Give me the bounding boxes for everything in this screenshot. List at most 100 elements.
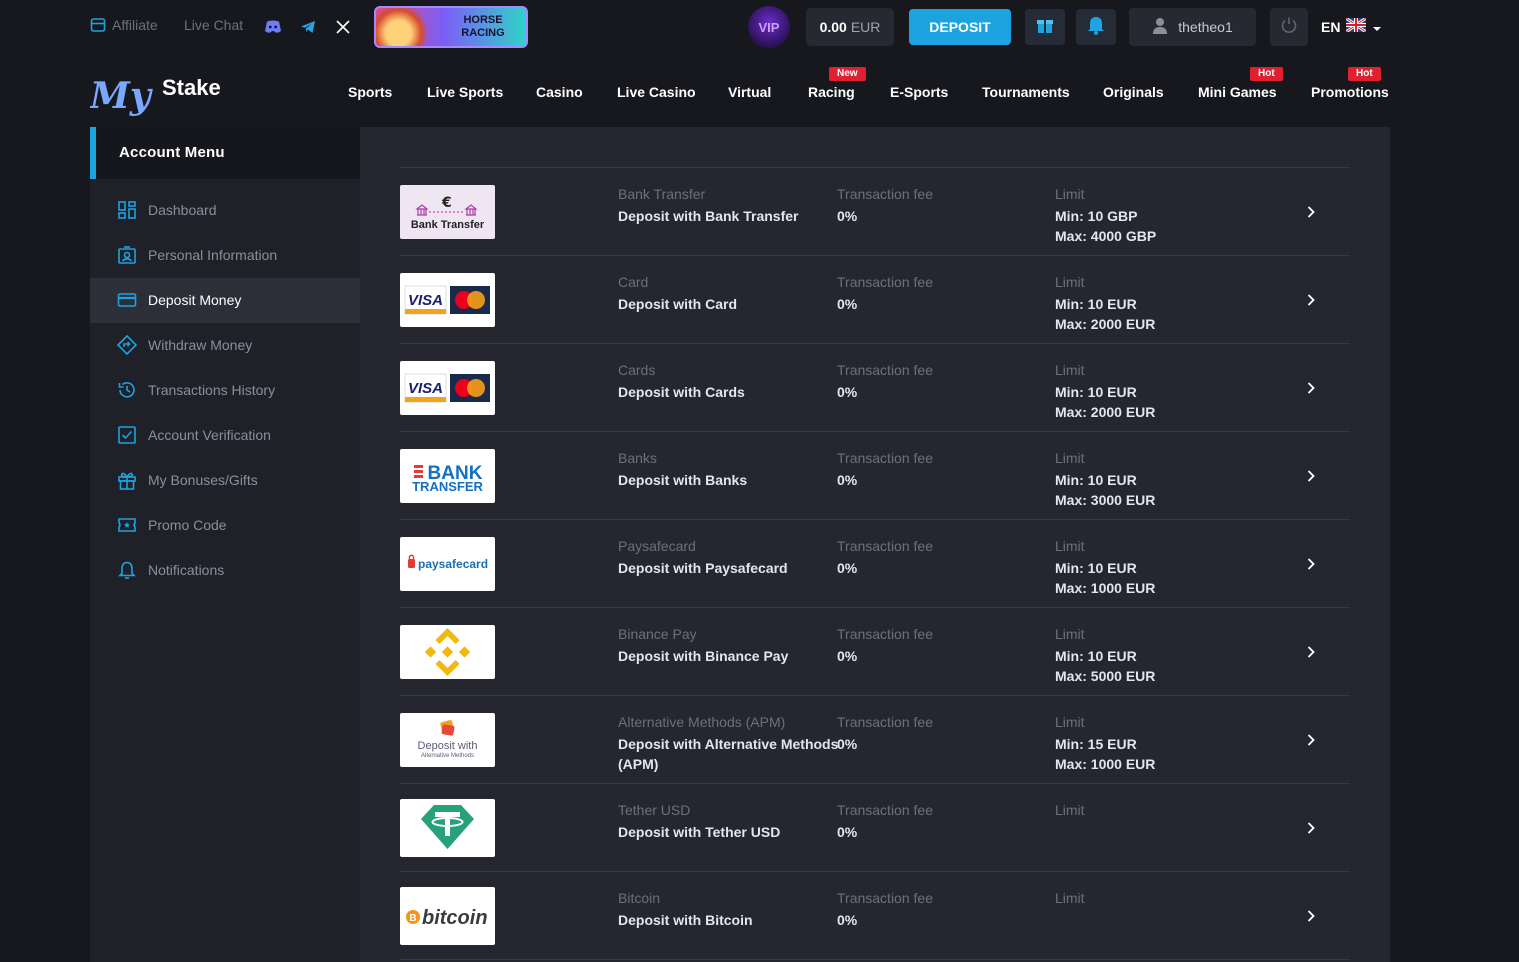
balance-currency: EUR: [850, 19, 881, 35]
fee-value: 0%: [837, 824, 858, 840]
user-menu-button[interactable]: thetheo1: [1129, 8, 1256, 46]
sidebar-item-dashboard[interactable]: Dashboard: [90, 188, 360, 233]
horse-icon: [376, 8, 432, 46]
divider: [400, 959, 1350, 960]
chevron-right-icon[interactable]: [1304, 909, 1318, 923]
chevron-right-icon[interactable]: [1304, 205, 1318, 219]
sidebar-item-deposit-money[interactable]: Deposit Money: [90, 278, 360, 323]
fee-value: 0%: [837, 912, 858, 928]
method-title: Deposit with Alternative Methods: [618, 736, 839, 752]
payment-method-row[interactable]: Binance Pay Deposit with Binance Pay Tra…: [360, 608, 1390, 696]
nav-e-sports[interactable]: E-Sports: [890, 84, 948, 100]
deposit-methods-panel: € Bank Transfer Bank Transfer Deposit wi…: [360, 127, 1390, 962]
language-selector[interactable]: EN: [1321, 16, 1382, 35]
nav-promotions[interactable]: Promotions: [1311, 84, 1389, 100]
sidebar-item-personal-information[interactable]: Personal Information: [90, 233, 360, 278]
logo-transfer: TRANSFER: [412, 479, 483, 494]
fee-label: Transaction fee: [837, 890, 933, 906]
discord-icon[interactable]: [264, 18, 282, 36]
fee-value: 0%: [837, 384, 858, 400]
sidebar-item-withdraw-money[interactable]: Withdraw Money: [90, 323, 360, 368]
paysafecard-logo: paysafecard: [400, 537, 495, 591]
deposit-button[interactable]: DEPOSIT: [909, 9, 1011, 45]
sidebar-item-label: Dashboard: [148, 202, 217, 218]
logout-button[interactable]: [1270, 8, 1308, 46]
limit-label: Limit: [1055, 362, 1085, 378]
live-chat-label: Live Chat: [184, 17, 244, 33]
gift-button[interactable]: [1025, 9, 1065, 45]
nav-sports[interactable]: Sports: [348, 84, 392, 100]
card-icon: [117, 290, 137, 310]
payment-method-row[interactable]: VISA Cards Deposit with Cards Transactio…: [360, 344, 1390, 432]
chevron-right-icon[interactable]: [1304, 293, 1318, 307]
payment-method-row[interactable]: paysafecard Paysafecard Deposit with Pay…: [360, 520, 1390, 608]
logo-text: VISA: [408, 380, 443, 397]
sidebar-item-account-verification[interactable]: Account Verification: [90, 413, 360, 458]
chevron-right-icon[interactable]: [1304, 821, 1318, 835]
telegram-icon[interactable]: [299, 18, 317, 36]
limit-max: Max: 1000 EUR: [1055, 580, 1156, 596]
payment-method-row[interactable]: Tether USD Deposit with Tether USD Trans…: [360, 784, 1390, 872]
id-card-icon: [117, 245, 137, 265]
nav-virtual[interactable]: Virtual: [728, 84, 771, 100]
sidebar-item-label: Account Verification: [148, 427, 271, 443]
limit-max: Max: 2000 EUR: [1055, 316, 1156, 332]
chevron-right-icon[interactable]: [1304, 645, 1318, 659]
gift-icon: [117, 470, 137, 490]
limit-max: Max: 5000 EUR: [1055, 668, 1156, 684]
payment-method-row[interactable]: BANK TRANSFER Banks Deposit with Banks T…: [360, 432, 1390, 520]
method-caption: Binance Pay: [618, 626, 697, 642]
chevron-right-icon[interactable]: [1304, 733, 1318, 747]
sidebar-item-promo-code[interactable]: Promo Code: [90, 503, 360, 548]
balance-display[interactable]: 0.00 EUR: [806, 8, 894, 46]
sidebar-item-transactions-history[interactable]: Transactions History: [90, 368, 360, 413]
method-title: Deposit with Tether USD: [618, 824, 781, 840]
method-title: Deposit with Banks: [618, 472, 748, 488]
nav-mini-games[interactable]: Mini Games: [1198, 84, 1277, 100]
logo-text: Bank Transfer: [411, 219, 485, 231]
chevron-right-icon[interactable]: [1304, 557, 1318, 571]
vip-badge[interactable]: VIP: [748, 6, 790, 48]
method-caption: Bitcoin: [618, 890, 661, 906]
sidebar-item-label: Personal Information: [148, 247, 278, 263]
fee-label: Transaction fee: [837, 714, 933, 730]
chevron-right-icon[interactable]: [1304, 381, 1318, 395]
language-code: EN: [1321, 18, 1341, 35]
bank-transfer-logo: BANK TRANSFER: [400, 449, 495, 503]
sidebar-item-label: My Bonuses/Gifts: [148, 472, 258, 488]
fee-value: 0%: [837, 208, 858, 224]
limit-max: Max: 3000 EUR: [1055, 492, 1156, 508]
payment-method-row[interactable]: B bitcoin Bitcoin Deposit with Bitcoin T…: [360, 872, 1390, 960]
mystake-logo[interactable]: My Stake: [88, 70, 221, 117]
banner-line-2: RACING: [461, 27, 505, 39]
fee-label: Transaction fee: [837, 626, 933, 642]
nav-originals[interactable]: Originals: [1103, 84, 1164, 100]
limit-min: Min: 15 EUR: [1055, 736, 1137, 752]
payment-method-row[interactable]: € Bank Transfer Bank Transfer Deposit wi…: [360, 168, 1390, 256]
nav-casino[interactable]: Casino: [536, 84, 583, 100]
live-chat-link[interactable]: Live Chat: [184, 17, 243, 33]
notifications-button[interactable]: [1076, 9, 1116, 45]
nav-racing[interactable]: Racing: [808, 84, 855, 100]
method-title: Deposit with Cards: [618, 384, 745, 400]
method-caption: Paysafecard: [618, 538, 696, 554]
nav-tournaments[interactable]: Tournaments: [982, 84, 1070, 100]
account-menu-header: Account Menu: [90, 127, 360, 179]
method-caption: Banks: [618, 450, 657, 466]
payment-method-row[interactable]: VISA Card Deposit with Card Transaction …: [360, 256, 1390, 344]
balance-amount: 0.00: [819, 19, 847, 35]
affiliate-link[interactable]: Affiliate: [90, 17, 158, 33]
x-twitter-icon[interactable]: [334, 18, 352, 36]
limit-max: Max: 2000 EUR: [1055, 404, 1156, 420]
logo-line-2: Alternative Methods: [421, 753, 474, 759]
nav-live-casino[interactable]: Live Casino: [617, 84, 696, 100]
sidebar-item-notifications[interactable]: Notifications: [90, 548, 360, 593]
payment-method-row[interactable]: Deposit with Alternative Methods Alterna…: [360, 696, 1390, 784]
nav-live-sports[interactable]: Live Sports: [427, 84, 503, 100]
horse-racing-banner[interactable]: HORSE RACING: [374, 6, 528, 48]
tether-logo: [400, 799, 495, 857]
affiliate-label: Affiliate: [112, 17, 158, 33]
chevron-right-icon[interactable]: [1304, 469, 1318, 483]
sidebar-item-my-bonuses-gifts[interactable]: My Bonuses/Gifts: [90, 458, 360, 503]
limit-label: Limit: [1055, 450, 1085, 466]
